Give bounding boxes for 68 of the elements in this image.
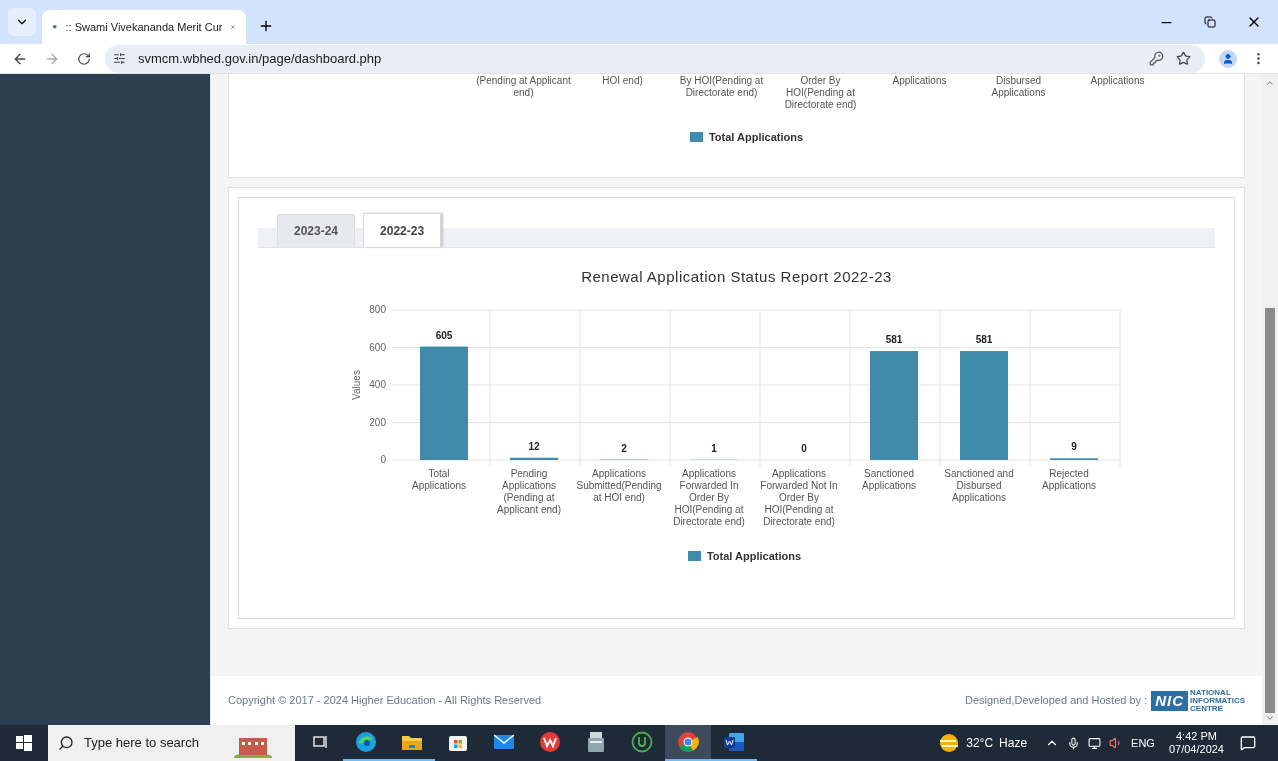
legend-swatch: [689, 131, 703, 142]
network-icon[interactable]: [1088, 736, 1102, 750]
y-tick-label: 800: [369, 303, 386, 315]
scrollbar-thumb[interactable]: [1265, 308, 1275, 713]
new-tab-icon[interactable]: [258, 18, 274, 34]
bar[interactable]: [1050, 457, 1098, 460]
legend-label[interactable]: Total Applications: [708, 128, 804, 145]
data-label: 2: [621, 442, 627, 454]
copyright-text: Copyright © 2017 - 2024 Higher Education - All Rights Reserved: [228, 693, 542, 709]
data-label: 605: [435, 329, 453, 341]
key-icon[interactable]: [1149, 51, 1164, 66]
search-bar[interactable]: Type here to search: [48, 725, 295, 761]
data-label: 581: [885, 333, 903, 345]
x-axis-label: Pending Applications (Pending at Applicant end): [497, 467, 561, 517]
url-text: svmcm.wbhed.gov.in/page/dashboard.php: [138, 49, 382, 68]
scroll-up-icon[interactable]: [1265, 78, 1275, 88]
search-input[interactable]: Type here to search: [84, 733, 214, 753]
data-label: 12: [528, 440, 540, 452]
language-indicator[interactable]: ENG: [1131, 734, 1155, 752]
axis-label: (Pending at Applicant end): [475, 75, 572, 100]
x-axis-label: Rejected Applications: [1042, 467, 1096, 493]
data-label: 1: [711, 442, 717, 454]
scrollbar[interactable]: [1262, 74, 1278, 725]
bar[interactable]: [510, 457, 558, 460]
x-axis-label: Applications Submitted(Pending at HOI end): [576, 467, 662, 505]
scroll-down-icon[interactable]: [1265, 713, 1275, 723]
y-axis-title: Values: [351, 369, 362, 400]
axis-label: Applications: [891, 75, 948, 88]
axis-label: By HOI(Pending at Directorate end): [678, 75, 765, 100]
x-axis-label: Total Applications: [412, 467, 466, 493]
year-tab[interactable]: 2023-24: [277, 214, 356, 247]
year-tab[interactable]: 2022-23: [363, 213, 442, 247]
profile-avatar[interactable]: [1219, 49, 1237, 68]
clock-date[interactable]: 07/04/2024: [1168, 743, 1224, 756]
y-tick-label: 400: [369, 378, 386, 390]
y-tick-label: 600: [369, 341, 386, 352]
axis-label: Disbursed Applications: [990, 75, 1047, 100]
x-axis-label: Sanctioned and Disbursed Applications: [944, 467, 1014, 505]
address-field[interactable]: svmcm.wbhed.gov.in/page/dashboard.php: [105, 44, 1205, 73]
tab-title: :: Swami Vivekananda Merit Cur: [65, 19, 223, 35]
chrome-icon[interactable]: [665, 725, 711, 761]
site-info-icon[interactable]: [113, 52, 126, 65]
data-label: 581: [975, 333, 993, 345]
clock-time[interactable]: 4:42 PM: [1176, 730, 1217, 743]
notifications-icon[interactable]: [1240, 735, 1256, 751]
weather-condition[interactable]: Haze: [999, 734, 1028, 752]
data-label: 9: [1071, 440, 1077, 452]
browser-tab[interactable]: :: Swami Vivekananda Merit Cur: [42, 10, 246, 44]
x-axis-label: Sanctioned Applications: [862, 467, 916, 493]
x-axis-label: Applications Forwarded Not In Order By HOI(Pending at Directorate end): [760, 467, 838, 528]
weather-temperature[interactable]: 32°C: [966, 734, 994, 752]
x-axis-label: Applications Forwarded In Order By HOI(Pending at Directorate end): [673, 467, 745, 528]
legend-swatch: [687, 550, 701, 561]
y-tick-label: 0: [380, 453, 386, 465]
microphone-icon[interactable]: [1067, 736, 1081, 750]
credit-text: Designed,Developed and Hosted by :: [964, 693, 1148, 709]
legend-label[interactable]: Total Applications: [706, 547, 802, 564]
axis-label: Applications: [1089, 75, 1146, 88]
search-icon[interactable]: [58, 735, 74, 751]
weather-sun-icon[interactable]: [938, 733, 961, 753]
axis-label: HOI end): [601, 75, 644, 88]
bookmark-star-icon[interactable]: [1176, 51, 1191, 66]
axis-label: Order By HOI(Pending at Directorate end): [783, 75, 858, 111]
chart-title: Renewal Application Status Report 2022-23: [580, 267, 893, 287]
data-label: 0: [801, 442, 807, 454]
reload-icon[interactable]: [77, 51, 91, 66]
restore-icon[interactable]: [1204, 16, 1216, 28]
y-tick-label: 200: [369, 416, 386, 427]
